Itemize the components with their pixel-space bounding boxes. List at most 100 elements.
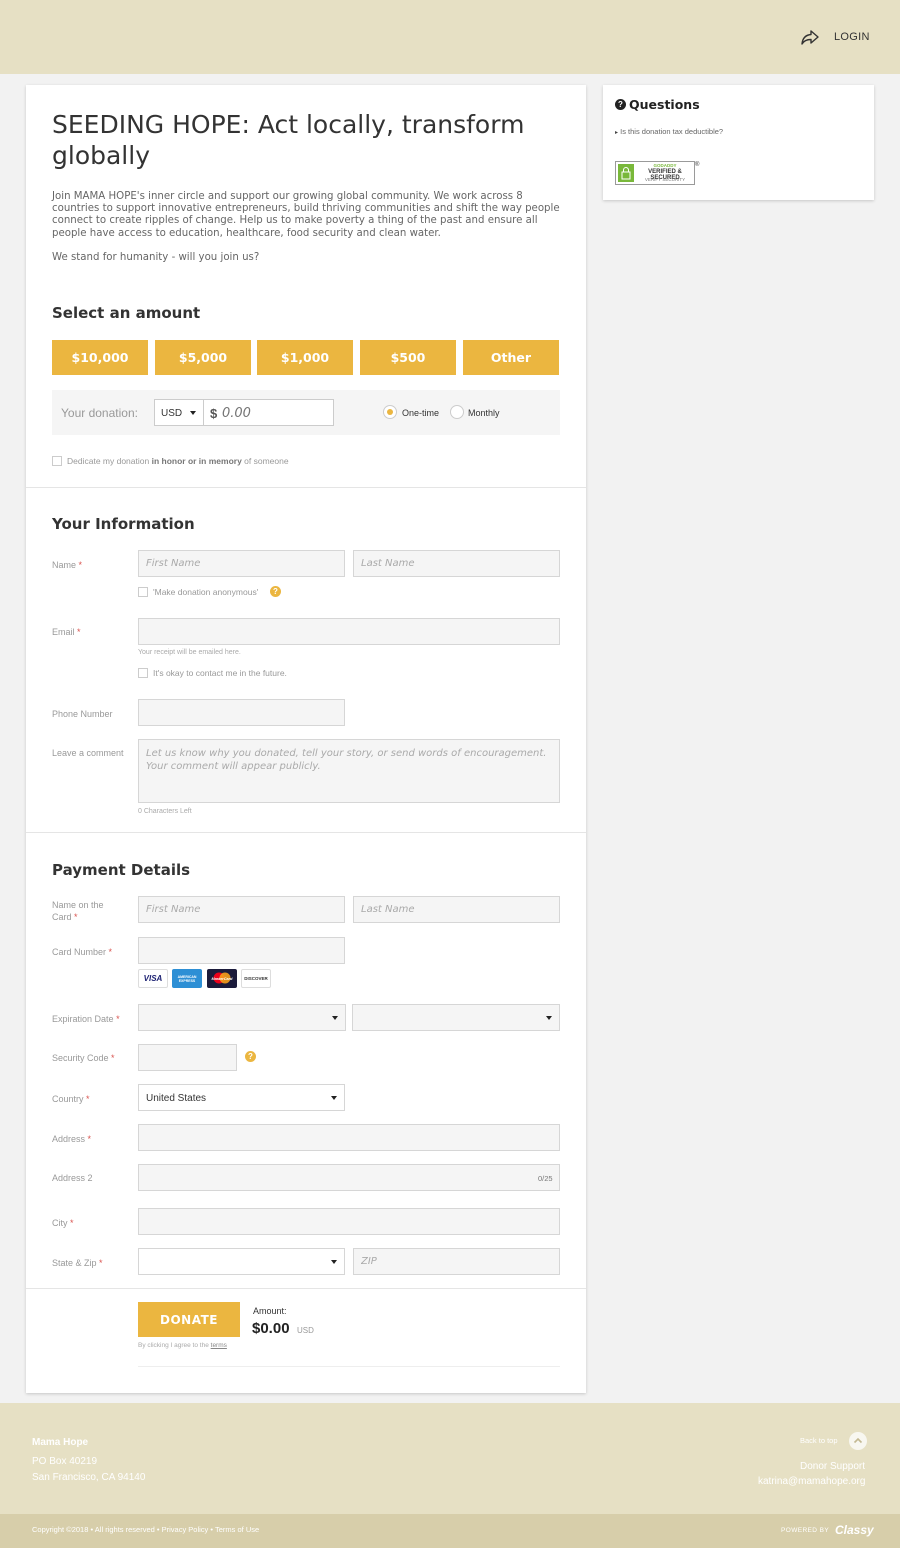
amount-total: $0.00 [252,1320,290,1337]
section-divider [26,487,586,488]
privacy-policy-link[interactable]: Privacy Policy [162,1525,209,1534]
question-circle-icon: ? [615,99,626,110]
comment-textarea[interactable] [138,739,560,803]
security-code-input[interactable] [138,1044,237,1071]
seal-brand: GODADDY [653,163,677,168]
help-icon[interactable]: ? [270,586,281,597]
copyright: Copyright ©2018 • All rights reserved • … [32,1525,260,1534]
currency-value: USD [161,408,183,419]
monthly-label: Monthly [468,408,500,418]
first-name-input[interactable] [138,550,345,577]
mastercard-text: MasterCard [211,976,233,981]
name-on-card-label: Name on the Card * [52,900,104,922]
state-zip-label: State & Zip * [52,1258,103,1268]
chevron-down-icon [331,1096,337,1100]
email-input[interactable] [138,618,560,645]
footer: Mama Hope PO Box 40219 San Francisco, CA… [0,1403,900,1514]
dedicate-checkbox[interactable] [52,456,62,466]
amount-option-500[interactable]: $500 [360,340,456,375]
amex-icon: AMERICAN EXPRESS [172,969,202,988]
state-select[interactable] [138,1248,345,1275]
dedicate-label: Dedicate my donation in honor or in memo… [67,456,289,466]
card-number-label: Card Number * [52,947,113,957]
campaign-title: SEEDING HOPE: Act locally, transform glo… [52,110,525,170]
amount-currency: USD [297,1326,314,1335]
amount-option-5000[interactable]: $5,000 [155,340,251,375]
card-last-name-input[interactable] [353,896,560,923]
discover-icon: DISCOVER [241,969,271,988]
payment-details-heading: Payment Details [52,861,191,879]
footer-address-line1: PO Box 40219 [32,1456,98,1467]
phone-label: Phone Number [52,709,113,719]
footer-email-link[interactable]: katrina@mamahope.org [758,1476,865,1487]
donate-button[interactable]: DONATE [138,1302,240,1337]
your-information-heading: Your Information [52,515,195,533]
footer-address-line2: San Francisco, CA 94140 [32,1472,146,1483]
amount-label: Amount: [253,1306,287,1316]
amount-option-1000[interactable]: $1,000 [257,340,353,375]
email-hint: Your receipt will be emailed here. [138,649,241,656]
chevron-up-icon[interactable] [849,1432,867,1450]
chevron-down-icon [332,1016,338,1020]
anonymous-checkbox[interactable] [138,587,148,597]
visa-icon: VISA [138,969,168,988]
godaddy-security-seal[interactable]: GODADDY VERIFIED & SECURED VERIFY SECURI… [615,161,695,185]
contact-checkbox[interactable] [138,668,148,678]
donation-amount-input[interactable] [222,403,328,423]
one-time-radio[interactable] [383,405,397,419]
address2-label: Address 2 [52,1173,93,1183]
campaign-description: Join MAMA HOPE's inner circle and suppor… [52,191,560,239]
expiration-month-select[interactable] [138,1004,346,1031]
footer-bottom-bar: Copyright ©2018 • All rights reserved • … [0,1514,900,1548]
amount-option-other[interactable]: Other [463,340,559,375]
expiration-year-select[interactable] [352,1004,560,1031]
security-code-label: Security Code * [52,1053,115,1063]
terms-of-use-link[interactable]: Terms of Use [215,1525,259,1534]
terms-link[interactable]: terms [211,1342,227,1349]
currency-select[interactable]: USD [154,399,204,426]
anonymous-label: 'Make donation anonymous' [153,587,259,597]
share-arrow-icon[interactable] [800,27,820,47]
your-donation-label: Your donation: [61,406,138,420]
amount-field: $ [203,399,334,426]
caret-right-icon: ▸ [615,130,619,136]
chevron-down-icon [546,1016,552,1020]
powered-by-label: POWERED BY [781,1527,830,1534]
help-icon[interactable]: ? [245,1051,256,1062]
expiration-label: Expiration Date * [52,1014,120,1024]
donation-input-panel: Your donation: USD $ One-time Monthly [52,390,560,435]
questions-panel: ? Questions ▸ Is this donation tax deduc… [603,85,874,200]
login-link[interactable]: LOGIN [834,31,870,43]
select-amount-heading: Select an amount [52,304,201,322]
last-name-input[interactable] [353,550,560,577]
question-item-tax-deductible[interactable]: ▸ Is this donation tax deductible? [615,127,723,136]
footer-org-name: Mama Hope [32,1437,89,1448]
zip-input[interactable] [353,1248,560,1275]
donation-form-card: SEEDING HOPE: Act locally, transform glo… [26,85,586,1393]
questions-title: Questions [629,97,700,112]
email-label: Email * [52,627,81,637]
one-time-label: One-time [402,408,440,418]
chevron-down-icon [331,1260,337,1264]
currency-symbol: $ [210,406,218,421]
card-number-input[interactable] [138,937,345,964]
name-label: Name * [52,560,83,570]
monthly-radio[interactable] [450,405,464,419]
classy-logo[interactable]: Classy [835,1523,874,1537]
card-first-name-input[interactable] [138,896,345,923]
country-label: Country * [52,1094,90,1104]
characters-left: 0 Characters Left [138,808,192,815]
comment-label: Leave a comment [52,748,124,758]
city-input[interactable] [138,1208,560,1235]
address2-counter: 0/25 [538,1174,553,1183]
contact-label: It's okay to contact me in the future. [153,668,287,678]
country-select[interactable]: United States [138,1084,345,1111]
back-to-top-link[interactable]: Back to top [800,1436,838,1445]
address-input[interactable] [138,1124,560,1151]
address2-input[interactable] [138,1164,560,1191]
address-label: Address * [52,1134,92,1144]
amount-option-10000[interactable]: $10,000 [52,340,148,375]
phone-input[interactable] [138,699,345,726]
seal-verify: VERIFY SECURITY [644,177,686,182]
mastercard-icon: MasterCard [207,969,237,988]
